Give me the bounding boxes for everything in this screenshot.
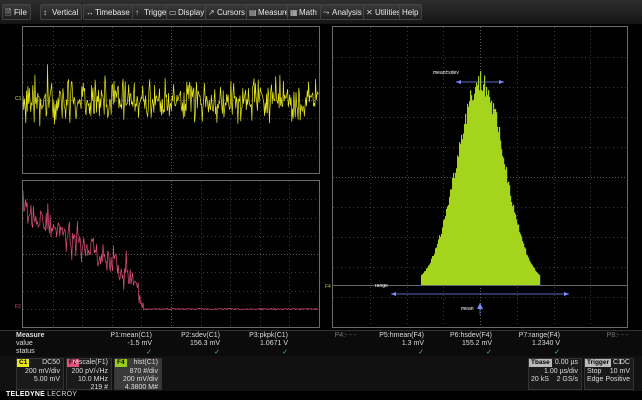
display-icon: ▭ xyxy=(169,8,177,17)
f2-scale: 200 pV/√Hz xyxy=(71,368,108,375)
f4-vdiv: 200 mV/div xyxy=(122,376,158,383)
menu-label: File xyxy=(14,8,27,17)
status-check-icon: ✓ xyxy=(418,349,424,356)
status-check-icon: ✓ xyxy=(146,349,152,356)
timebase-delay: 0.00 µs xyxy=(554,359,578,366)
menu-timebase[interactable]: ↔Timebase xyxy=(83,4,134,20)
f2-trace-plot xyxy=(22,181,319,327)
menu-label: Display xyxy=(178,8,205,17)
menu-label: Timebase xyxy=(95,8,130,17)
c1-channel-marker: C1 xyxy=(15,96,22,102)
vertical-arrows-icon: ↕ xyxy=(43,8,47,17)
menu-bar: 🗎 File ↕ Vertical ↔Timebase ↑ Trigger ▭Display ↗… xyxy=(0,0,642,24)
menu-label: Help xyxy=(402,8,419,17)
menu-vertical[interactable]: ↕ Vertical xyxy=(40,4,83,20)
measure-param-name[interactable]: P2:sdev(C1) xyxy=(150,332,220,339)
analysis-icon: ⤳ xyxy=(323,8,330,17)
menu-help[interactable]: Help xyxy=(399,4,423,20)
f2-title: rescale(F1) xyxy=(72,359,108,366)
measure-param-value: 1.3 mV xyxy=(401,340,424,347)
measure-param-name[interactable]: P3:pkpk(C1) xyxy=(218,332,288,339)
f4-descriptor[interactable]: F4 hist(C1) 870 #/div 200 mV/div 4.3800 … xyxy=(114,358,162,391)
f4-channel-marker: F4 xyxy=(325,284,331,290)
timebase-tag: Tbase xyxy=(529,359,552,367)
descriptor-bar: C1 DC50 200 mV/div 5.00 mV F2 rescale(F1… xyxy=(0,356,642,391)
brand-logo: TELEDYNE LECROY xyxy=(6,391,77,398)
f2-grid xyxy=(22,180,320,328)
f4-tag: F4 xyxy=(115,359,127,367)
menu-cursors[interactable]: ↗ Cursors xyxy=(205,4,250,20)
measure-param-value: 156.3 mV xyxy=(190,340,220,347)
menu-display[interactable]: ▭Display xyxy=(166,4,209,20)
menu-label: Utilities xyxy=(375,8,401,17)
math-icon: ▦ xyxy=(290,8,298,17)
f4-histogram-plot xyxy=(333,27,627,327)
timebase-rate: 2 GS/s xyxy=(556,376,578,383)
menu-label: Vertical xyxy=(52,8,79,17)
c1-descriptor[interactable]: C1 DC50 200 mV/div 5.00 mV xyxy=(16,358,64,390)
measure-value-label: value xyxy=(16,340,33,347)
status-check-icon: ✓ xyxy=(282,349,288,356)
mean-annotation: mean xyxy=(461,306,474,312)
c1-vdiv: 200 mV/div xyxy=(24,368,60,375)
timebase-samples: 20 kS xyxy=(531,376,549,383)
f2-channel-marker: F2 xyxy=(15,304,21,310)
brand-suffix: LECROY xyxy=(47,391,78,398)
measurement-table: Measure value status P1:mean(C1) -1.5 mV ✓… xyxy=(0,330,642,357)
c1-offset: 5.00 mV xyxy=(33,376,60,383)
timebase-descriptor[interactable]: Tbase 0.00 µs 1.00 µs/div 20 kS 2 GS/s xyxy=(528,358,582,390)
horizontal-arrows-icon: ↔ xyxy=(86,8,94,17)
f4-count-scale: 870 #/div xyxy=(129,368,158,375)
f4-title: hist(C1) xyxy=(133,359,158,366)
measure-param-name[interactable]: P5:hmean(F4) xyxy=(354,332,424,339)
menu-label: Cursors xyxy=(217,8,246,17)
menu-analysis[interactable]: ⤳ Analysis xyxy=(320,4,366,20)
measure-status-label: status xyxy=(16,348,35,355)
measure-param-name[interactable]: P6:hsdev(F4) xyxy=(422,332,492,339)
trigger-descriptor[interactable]: Trigger C1 DC Stop 10 mV Edge Positive xyxy=(584,358,634,390)
trigger-mode: Stop xyxy=(587,368,602,375)
trigger-slope: Positive xyxy=(605,376,630,383)
measure-param-name[interactable]: P4:- - - xyxy=(286,332,356,339)
file-icon: 🗎 xyxy=(5,8,12,17)
measure-param-name[interactable]: P8:- - - xyxy=(558,332,628,339)
trigger-tag: Trigger xyxy=(585,359,612,367)
utilities-icon: ✕ xyxy=(366,8,373,17)
mean-sdev-annotation: mean±sdev xyxy=(433,70,459,76)
menu-label: Math xyxy=(299,8,317,17)
trigger-type: Edge xyxy=(587,376,604,383)
c1-tag: C1 xyxy=(17,359,30,367)
measure-param-value: 1.2340 V xyxy=(531,340,560,347)
menu-label: Analysis xyxy=(332,8,362,17)
measure-param-value: 155.2 mV xyxy=(462,340,492,347)
f2-descriptor[interactable]: F2 rescale(F1) 200 pV/√Hz 10.0 MHz 219 # xyxy=(66,358,112,391)
c1-grid xyxy=(22,26,320,177)
measure-icon: ▤ xyxy=(249,8,257,17)
brand-name: TELEDYNE xyxy=(6,391,45,398)
measure-param-name[interactable]: P1:mean(C1) xyxy=(82,332,152,339)
trigger-coupling: DC xyxy=(619,359,630,366)
cursor-icon: ↗ xyxy=(208,8,215,17)
c1-trace-plot xyxy=(22,27,319,177)
status-check-icon: ✓ xyxy=(554,349,560,356)
range-annotation: range xyxy=(375,283,388,289)
timebase-tdiv: 1.00 µs/div xyxy=(544,368,578,375)
measure-param-value: 1.0671 V xyxy=(259,340,288,347)
c1-coupling: DC50 xyxy=(42,359,60,366)
menu-label: Measure xyxy=(258,8,290,17)
measure-header: Measure xyxy=(16,332,45,339)
trigger-icon: ↑ xyxy=(135,8,139,17)
status-check-icon: ✓ xyxy=(214,349,220,356)
brand-bar: TELEDYNE LECROY xyxy=(0,391,642,400)
status-check-icon: ✓ xyxy=(486,349,492,356)
measure-param-name[interactable]: P7:range(F4) xyxy=(490,332,560,339)
f2-frequency: 10.0 MHz xyxy=(78,376,108,383)
c1-waveform xyxy=(22,64,319,127)
measure-param-value: -1.5 mV xyxy=(127,340,152,347)
menu-file[interactable]: 🗎 File xyxy=(2,4,31,20)
menu-math[interactable]: ▦Math xyxy=(287,4,321,20)
trigger-level: 10 mV xyxy=(609,368,630,375)
